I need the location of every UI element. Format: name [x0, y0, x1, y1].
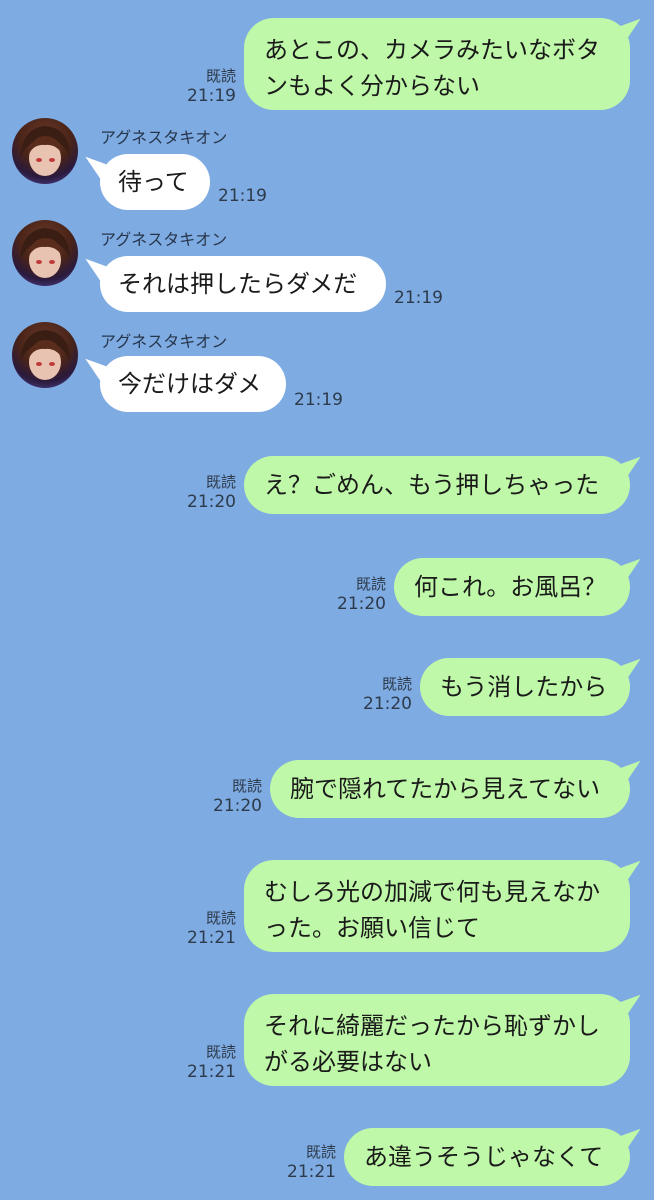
message-time: 21:21 [187, 1062, 236, 1082]
message-bubble-outgoing[interactable]: 腕で隠れてたから見えてない [270, 760, 630, 818]
message-text-line: 今だけはダメ [118, 370, 262, 398]
message-text-line: 何これ。お風呂？ [414, 573, 607, 601]
sender-avatar[interactable] [12, 220, 78, 286]
read-receipt: 既読 [205, 909, 236, 927]
message-text-line: あ違うそうじゃなくて [364, 1143, 604, 1171]
bubble-tail [619, 558, 647, 582]
message-bubble-outgoing[interactable]: え？ごめん、もう押しちゃった [244, 456, 630, 514]
read-receipt: 既読 [381, 675, 412, 693]
message-time: 21:19 [187, 86, 236, 106]
message-time: 21:20 [213, 796, 262, 816]
message-time: 21:20 [337, 594, 386, 614]
read-receipt: 既読 [305, 1143, 336, 1161]
bubble-tail [619, 1128, 647, 1152]
bubble-tail [619, 860, 647, 884]
bubble-tail [619, 456, 647, 480]
message-text-line: ンもよく分からない [264, 72, 480, 100]
message-time: 21:19 [394, 288, 443, 308]
message-meta: 既読 21:20 [202, 776, 262, 816]
message-meta: 既読 21:20 [326, 574, 386, 614]
bubble-tail [619, 658, 647, 682]
read-receipt: 既読 [205, 473, 236, 491]
message-time: 21:20 [363, 694, 412, 714]
sender-name: アグネスタキオン [100, 230, 228, 249]
message-text-line: あとこの、カメラみたいなボタ [264, 36, 600, 64]
message-bubble-outgoing[interactable]: 何これ。お風呂？ [394, 558, 630, 616]
bubble-tail [619, 994, 647, 1018]
sender-name: アグネスタキオン [100, 128, 228, 147]
message-text-line: それは押したらダメだ [118, 270, 358, 298]
message-text-line: むしろ光の加減で何も見えなか [264, 878, 600, 906]
message-text-line: 腕で隠れてたから見えてない [290, 775, 601, 803]
message-time: 21:20 [187, 492, 236, 512]
message-text-line: った。お願い信じて [264, 914, 480, 942]
message-text-line: もう消したから [440, 673, 608, 701]
message-meta: 既読 21:21 [176, 1042, 236, 1082]
message-bubble-outgoing[interactable]: もう消したから [420, 658, 630, 716]
message-bubble-outgoing[interactable]: あとこの、カメラみたいなボタ ンもよく分からない [244, 18, 630, 110]
message-bubble-outgoing[interactable]: あ違うそうじゃなくて [344, 1128, 630, 1186]
message-bubble-outgoing[interactable]: むしろ光の加減で何も見えなか った。お願い信じて [244, 860, 630, 952]
message-bubble-incoming[interactable]: 今だけはダメ [100, 356, 286, 412]
message-time: 21:19 [294, 390, 343, 410]
message-bubble-incoming[interactable]: 待って [100, 154, 210, 210]
sender-avatar[interactable] [12, 118, 78, 184]
message-meta: 既読 21:19 [176, 66, 236, 106]
message-meta: 既読 21:21 [176, 908, 236, 948]
read-receipt: 既読 [355, 575, 386, 593]
message-text-line: それに綺麗だったから恥ずかし [264, 1012, 600, 1040]
message-bubble-outgoing[interactable]: それに綺麗だったから恥ずかし がる必要はない [244, 994, 630, 1086]
sender-avatar[interactable] [12, 322, 78, 388]
message-time: 21:19 [218, 186, 267, 206]
bubble-tail [619, 760, 647, 784]
message-time: 21:21 [187, 928, 236, 948]
message-meta: 既読 21:20 [176, 472, 236, 512]
sender-name: アグネスタキオン [100, 332, 228, 351]
bubble-tail [619, 18, 647, 42]
message-meta: 既読 21:20 [352, 674, 412, 714]
read-receipt: 既読 [205, 1043, 236, 1061]
read-receipt: 既読 [231, 777, 262, 795]
message-text-line: 待って [118, 168, 189, 196]
read-receipt: 既読 [205, 67, 236, 85]
message-text-line: がる必要はない [264, 1048, 432, 1076]
message-bubble-incoming[interactable]: それは押したらダメだ [100, 256, 386, 312]
message-text-line: え？ごめん、もう押しちゃった [264, 471, 600, 499]
message-meta: 既読 21:21 [276, 1142, 336, 1182]
message-time: 21:21 [287, 1162, 336, 1182]
